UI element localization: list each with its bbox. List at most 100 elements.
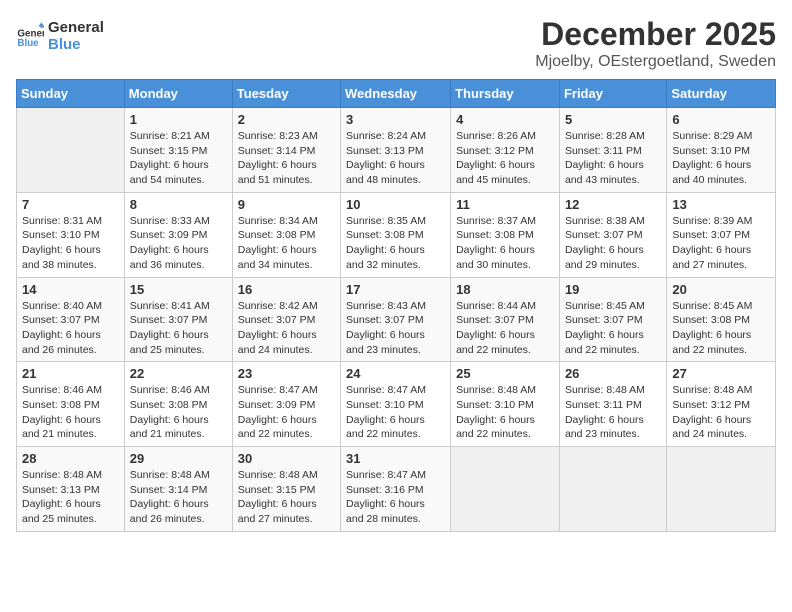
day-number: 18 bbox=[456, 282, 554, 297]
calendar-cell: 7Sunrise: 8:31 AMSunset: 3:10 PMDaylight… bbox=[17, 192, 125, 277]
day-number: 29 bbox=[130, 451, 227, 466]
day-number: 11 bbox=[456, 197, 554, 212]
calendar-cell: 24Sunrise: 8:47 AMSunset: 3:10 PMDayligh… bbox=[341, 362, 451, 447]
day-number: 3 bbox=[346, 112, 445, 127]
calendar-cell: 9 Sunrise: 8:34 AMSunset: 3:08 PMDaylight… bbox=[232, 192, 340, 277]
day-number: 5 bbox=[565, 112, 661, 127]
logo-icon: General Blue bbox=[16, 21, 44, 49]
day-number: 30 bbox=[238, 451, 335, 466]
day-info: Sunrise: 8:48 AMSunset: 3:13 PMDaylight:… bbox=[22, 468, 119, 527]
day-info: Sunrise: 8:46 AMSunset: 3:08 PMDaylight:… bbox=[22, 383, 119, 442]
day-number: 7 bbox=[22, 197, 119, 212]
day-info: Sunrise: 8:47 AMSunset: 3:16 PMDaylight:… bbox=[346, 468, 445, 527]
day-number: 28 bbox=[22, 451, 119, 466]
calendar-cell: 8 Sunrise: 8:33 AMSunset: 3:09 PMDaylight… bbox=[124, 192, 232, 277]
day-number: 31 bbox=[346, 451, 445, 466]
day-number: 21 bbox=[22, 366, 119, 381]
calendar-cell: 16 Sunrise: 8:42 AMSunset: 3:07 PMDayligh… bbox=[232, 277, 340, 362]
calendar-cell: 22Sunrise: 8:46 AMSunset: 3:08 PMDayligh… bbox=[124, 362, 232, 447]
day-number: 19 bbox=[565, 282, 661, 297]
day-info: Sunrise: 8:33 AMSunset: 3:09 PMDaylight:… bbox=[130, 214, 227, 273]
calendar-cell: 12 Sunrise: 8:38 AMSunset: 3:07 PMDayligh… bbox=[559, 192, 666, 277]
day-info: Sunrise: 8:35 AMSunset: 3:08 PMDaylight:… bbox=[346, 214, 445, 273]
day-number: 20 bbox=[672, 282, 770, 297]
day-number: 13 bbox=[672, 197, 770, 212]
day-info: Sunrise: 8:48 AMSunset: 3:15 PMDaylight:… bbox=[238, 468, 335, 527]
logo-general: General bbox=[48, 20, 104, 37]
day-number: 2 bbox=[238, 112, 335, 127]
day-number: 12 bbox=[565, 197, 661, 212]
calendar-cell: 31 Sunrise: 8:47 AMSunset: 3:16 PMDayligh… bbox=[341, 447, 451, 532]
weekday-header-row: SundayMondayTuesdayWednesdayThursdayFrid… bbox=[17, 80, 776, 108]
day-info: Sunrise: 8:45 AMSunset: 3:07 PMDaylight:… bbox=[565, 299, 661, 358]
weekday-header-friday: Friday bbox=[559, 80, 666, 108]
title-block: December 2025 Mjoelby, OEstergoetland, S… bbox=[535, 16, 776, 71]
day-number: 6 bbox=[672, 112, 770, 127]
calendar-cell: 5 Sunrise: 8:28 AMSunset: 3:11 PMDaylight… bbox=[559, 108, 666, 193]
calendar-week-4: 21 Sunrise: 8:46 AMSunset: 3:08 PMDayligh… bbox=[17, 362, 776, 447]
calendar-week-1: 1 Sunrise: 8:21 AMSunset: 3:15 PMDaylight… bbox=[17, 108, 776, 193]
day-info: Sunrise: 8:26 AMSunset: 3:12 PMDaylight:… bbox=[456, 129, 554, 188]
calendar-cell: 17Sunrise: 8:43 AMSunset: 3:07 PMDayligh… bbox=[341, 277, 451, 362]
calendar-cell: 15Sunrise: 8:41 AMSunset: 3:07 PMDayligh… bbox=[124, 277, 232, 362]
day-number: 17 bbox=[346, 282, 445, 297]
day-number: 4 bbox=[456, 112, 554, 127]
calendar-cell: 30 Sunrise: 8:48 AMSunset: 3:15 PMDayligh… bbox=[232, 447, 340, 532]
calendar-table: SundayMondayTuesdayWednesdayThursdayFrid… bbox=[16, 79, 776, 532]
day-info: Sunrise: 8:24 AMSunset: 3:13 PMDaylight:… bbox=[346, 129, 445, 188]
svg-text:Blue: Blue bbox=[17, 38, 39, 49]
calendar-cell: 26Sunrise: 8:48 AMSunset: 3:11 PMDayligh… bbox=[559, 362, 666, 447]
calendar-cell: 23 Sunrise: 8:47 AMSunset: 3:09 PMDayligh… bbox=[232, 362, 340, 447]
calendar-cell: 20Sunrise: 8:45 AMSunset: 3:08 PMDayligh… bbox=[667, 277, 776, 362]
day-info: Sunrise: 8:21 AMSunset: 3:15 PMDaylight:… bbox=[130, 129, 227, 188]
day-info: Sunrise: 8:42 AMSunset: 3:07 PMDaylight:… bbox=[238, 299, 335, 358]
day-info: Sunrise: 8:44 AMSunset: 3:07 PMDaylight:… bbox=[456, 299, 554, 358]
day-info: Sunrise: 8:28 AMSunset: 3:11 PMDaylight:… bbox=[565, 129, 661, 188]
calendar-cell: 2 Sunrise: 8:23 AMSunset: 3:14 PMDaylight… bbox=[232, 108, 340, 193]
calendar-week-5: 28 Sunrise: 8:48 AMSunset: 3:13 PMDayligh… bbox=[17, 447, 776, 532]
day-number: 14 bbox=[22, 282, 119, 297]
day-number: 1 bbox=[130, 112, 227, 127]
logo: General Blue General Blue bbox=[16, 16, 104, 53]
calendar-cell: 6 Sunrise: 8:29 AMSunset: 3:10 PMDaylight… bbox=[667, 108, 776, 193]
calendar-cell: 18 Sunrise: 8:44 AMSunset: 3:07 PMDayligh… bbox=[451, 277, 560, 362]
day-number: 25 bbox=[456, 366, 554, 381]
day-info: Sunrise: 8:34 AMSunset: 3:08 PMDaylight:… bbox=[238, 214, 335, 273]
calendar-cell bbox=[667, 447, 776, 532]
calendar-cell: 19 Sunrise: 8:45 AMSunset: 3:07 PMDayligh… bbox=[559, 277, 666, 362]
day-number: 16 bbox=[238, 282, 335, 297]
day-info: Sunrise: 8:47 AMSunset: 3:10 PMDaylight:… bbox=[346, 383, 445, 442]
day-info: Sunrise: 8:48 AMSunset: 3:10 PMDaylight:… bbox=[456, 383, 554, 442]
day-info: Sunrise: 8:38 AMSunset: 3:07 PMDaylight:… bbox=[565, 214, 661, 273]
day-info: Sunrise: 8:48 AMSunset: 3:14 PMDaylight:… bbox=[130, 468, 227, 527]
weekday-header-saturday: Saturday bbox=[667, 80, 776, 108]
weekday-header-sunday: Sunday bbox=[17, 80, 125, 108]
calendar-cell: 25 Sunrise: 8:48 AMSunset: 3:10 PMDayligh… bbox=[451, 362, 560, 447]
calendar-cell: 4 Sunrise: 8:26 AMSunset: 3:12 PMDaylight… bbox=[451, 108, 560, 193]
calendar-cell: 29 Sunrise: 8:48 AMSunset: 3:14 PMDayligh… bbox=[124, 447, 232, 532]
day-number: 23 bbox=[238, 366, 335, 381]
day-number: 9 bbox=[238, 197, 335, 212]
day-info: Sunrise: 8:23 AMSunset: 3:14 PMDaylight:… bbox=[238, 129, 335, 188]
day-info: Sunrise: 8:40 AMSunset: 3:07 PMDaylight:… bbox=[22, 299, 119, 358]
calendar-cell bbox=[451, 447, 560, 532]
day-number: 8 bbox=[130, 197, 227, 212]
day-number: 10 bbox=[346, 197, 445, 212]
logo-blue: Blue bbox=[48, 37, 104, 54]
calendar-cell: 13Sunrise: 8:39 AMSunset: 3:07 PMDayligh… bbox=[667, 192, 776, 277]
day-info: Sunrise: 8:48 AMSunset: 3:12 PMDaylight:… bbox=[672, 383, 770, 442]
calendar-cell: 21 Sunrise: 8:46 AMSunset: 3:08 PMDayligh… bbox=[17, 362, 125, 447]
calendar-week-3: 14 Sunrise: 8:40 AMSunset: 3:07 PMDayligh… bbox=[17, 277, 776, 362]
weekday-header-monday: Monday bbox=[124, 80, 232, 108]
calendar-cell: 1 Sunrise: 8:21 AMSunset: 3:15 PMDaylight… bbox=[124, 108, 232, 193]
day-info: Sunrise: 8:41 AMSunset: 3:07 PMDaylight:… bbox=[130, 299, 227, 358]
day-info: Sunrise: 8:47 AMSunset: 3:09 PMDaylight:… bbox=[238, 383, 335, 442]
calendar-cell: 14 Sunrise: 8:40 AMSunset: 3:07 PMDayligh… bbox=[17, 277, 125, 362]
weekday-header-tuesday: Tuesday bbox=[232, 80, 340, 108]
day-info: Sunrise: 8:29 AMSunset: 3:10 PMDaylight:… bbox=[672, 129, 770, 188]
calendar-cell: 28 Sunrise: 8:48 AMSunset: 3:13 PMDayligh… bbox=[17, 447, 125, 532]
calendar-week-2: 7Sunrise: 8:31 AMSunset: 3:10 PMDaylight… bbox=[17, 192, 776, 277]
day-number: 22 bbox=[130, 366, 227, 381]
calendar-cell: 11 Sunrise: 8:37 AMSunset: 3:08 PMDayligh… bbox=[451, 192, 560, 277]
day-info: Sunrise: 8:37 AMSunset: 3:08 PMDaylight:… bbox=[456, 214, 554, 273]
